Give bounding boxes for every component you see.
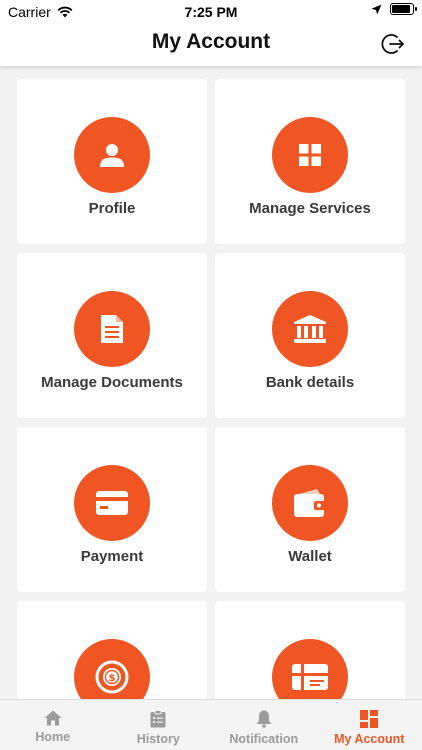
tab-label: Home	[35, 730, 71, 744]
bank-details-icon-circle	[272, 291, 348, 367]
menu-card-label: Manage Documents	[41, 374, 183, 391]
menu-card-wallet[interactable]: Wallet	[215, 427, 405, 592]
wallet-icon-circle	[272, 465, 348, 541]
logout-icon[interactable]	[380, 31, 406, 57]
bell-icon	[256, 710, 272, 728]
tab-notification[interactable]: Notification	[211, 700, 317, 750]
menu-card-7[interactable]: $	[17, 601, 207, 699]
menu-card-8[interactable]	[215, 601, 405, 699]
location-arrow-icon	[371, 4, 382, 14]
clipboard-icon	[150, 710, 166, 728]
coin-icon: $	[95, 660, 129, 694]
grid-icon	[299, 144, 321, 166]
tab-label: My Account	[334, 732, 405, 746]
credit-card-icon	[96, 491, 128, 515]
menu-card-label: Manage Services	[249, 200, 371, 217]
menu-card-label: Bank details	[265, 374, 355, 391]
tab-label: Notification	[229, 732, 299, 746]
menu-card-label: Profile	[88, 200, 136, 217]
coin-icon-circle: $	[74, 639, 150, 699]
status-time: 7:25 PM	[184, 4, 238, 20]
person-icon	[100, 144, 124, 167]
status-bar: Carrier 7:25 PM	[0, 0, 422, 24]
tab-history[interactable]: History	[106, 700, 212, 750]
tab-home[interactable]: Home	[0, 700, 106, 750]
account-menu-grid: Profile Manage Services Manage Documents	[0, 66, 422, 699]
page-title: My Account	[151, 30, 271, 53]
dashboard-icon	[360, 710, 379, 728]
wallet-icon	[294, 489, 326, 517]
tab-bar: Home History Notification My Account	[0, 699, 422, 750]
menu-card-profile[interactable]: Profile	[17, 79, 207, 244]
menu-card-manage-documents[interactable]: Manage Documents	[17, 253, 207, 418]
home-icon	[44, 710, 62, 726]
battery-icon	[390, 3, 417, 15]
menu-card-label: Payment	[80, 548, 144, 565]
tab-my-account[interactable]: My Account	[317, 700, 422, 750]
document-icon	[101, 315, 123, 343]
menu-card-manage-services[interactable]: Manage Services	[215, 79, 405, 244]
menu-card-payment[interactable]: Payment	[17, 427, 207, 592]
gift-card-icon-circle	[272, 639, 348, 699]
bank-icon	[294, 315, 326, 343]
tab-label: History	[136, 732, 180, 746]
menu-card-label: Wallet	[288, 548, 332, 565]
svg-text:$: $	[109, 673, 116, 684]
manage-services-icon-circle	[272, 117, 348, 193]
menu-card-bank-details[interactable]: Bank details	[215, 253, 405, 418]
profile-icon-circle	[74, 117, 150, 193]
gift-card-icon	[292, 664, 328, 690]
payment-icon-circle	[74, 465, 150, 541]
manage-documents-icon-circle	[74, 291, 150, 367]
navigation-bar: My Account	[0, 24, 422, 66]
